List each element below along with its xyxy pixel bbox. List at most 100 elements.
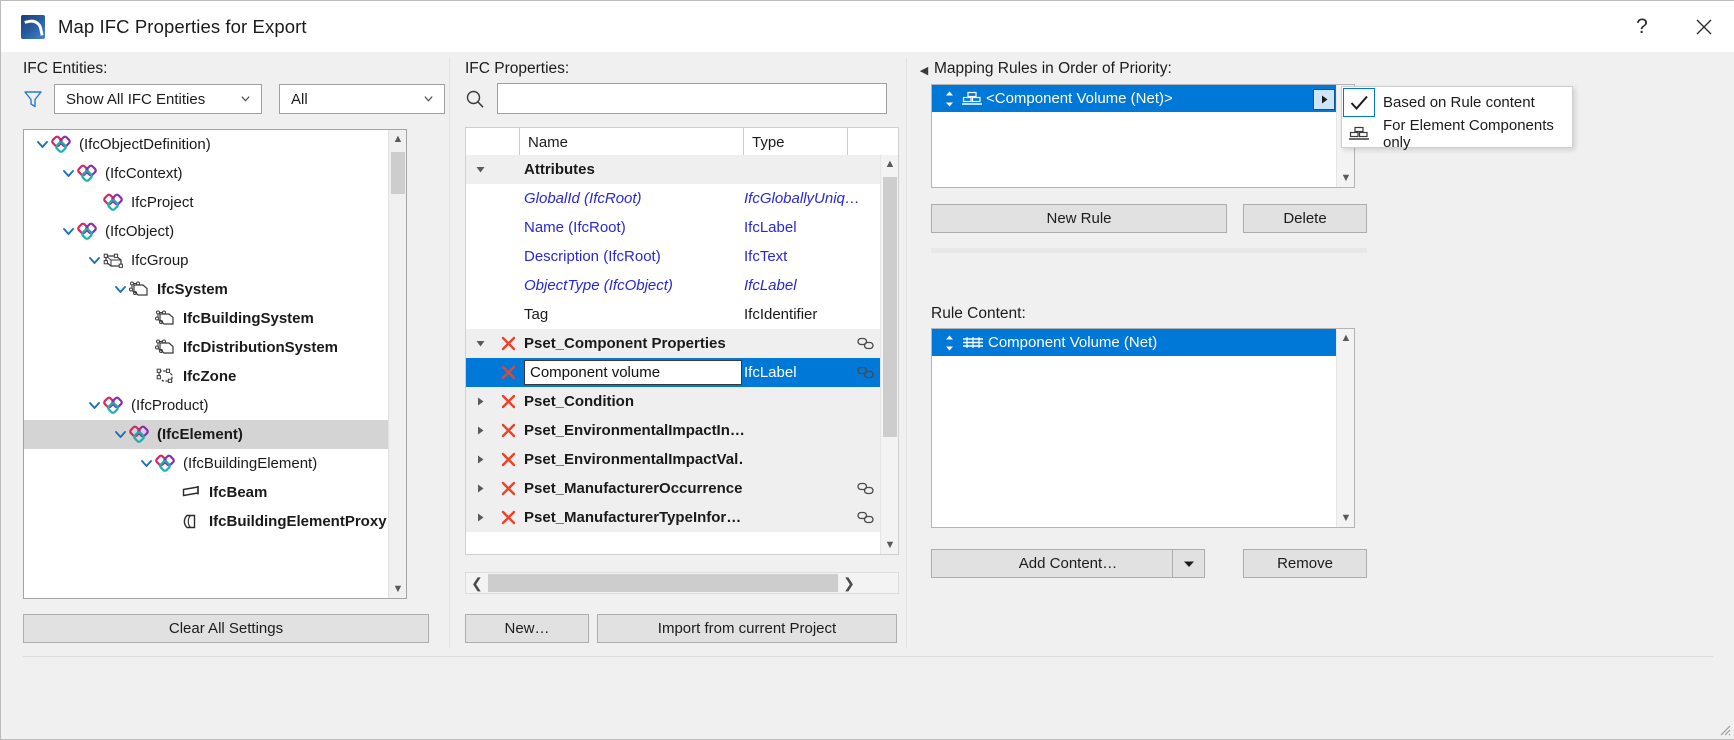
- properties-scroll-thumb[interactable]: [883, 177, 897, 437]
- new-property-button[interactable]: New…: [465, 614, 589, 643]
- entity-filter-combo[interactable]: Show All IFC Entities: [54, 84, 262, 114]
- property-row[interactable]: Pset_EnvironmentalImpactVal…: [466, 445, 898, 474]
- properties-hscrollbar[interactable]: ❮ ❯: [465, 572, 899, 594]
- delete-x-icon[interactable]: [494, 510, 522, 525]
- help-button[interactable]: ?: [1611, 1, 1673, 52]
- tree-item-ifcobjectdefinition[interactable]: (IfcObjectDefinition): [24, 130, 406, 159]
- tree-item-ifcelement[interactable]: (IfcElement): [24, 420, 406, 449]
- property-name-input[interactable]: Component volume: [524, 360, 742, 385]
- import-from-project-button[interactable]: Import from current Project: [597, 614, 897, 643]
- chevron-down-icon[interactable]: [60, 223, 77, 240]
- properties-hscroll-thumb[interactable]: [488, 574, 838, 592]
- scroll-up-icon[interactable]: ▲: [881, 155, 899, 173]
- scroll-right-icon[interactable]: ❯: [838, 573, 860, 593]
- column-header-type[interactable]: Type: [744, 128, 848, 156]
- tree-item-ifcdistributionsystem[interactable]: IfcDistributionSystem: [24, 333, 406, 362]
- reorder-handle-icon[interactable]: [940, 91, 958, 107]
- property-row[interactable]: TagIfcIdentifier: [466, 300, 898, 329]
- delete-x-icon[interactable]: [494, 452, 522, 467]
- collapse-left-icon[interactable]: ◀: [916, 62, 932, 78]
- link-icon[interactable]: [848, 366, 884, 379]
- chevron-down-icon[interactable]: [112, 281, 129, 298]
- chevron-down-icon[interactable]: [138, 455, 155, 472]
- tree-item-ifcproduct[interactable]: (IfcProduct): [24, 391, 406, 420]
- splitter-handle[interactable]: [931, 248, 1367, 253]
- scroll-down-icon[interactable]: ▼: [389, 580, 407, 598]
- tree-item-ifczone[interactable]: IfcZone: [24, 362, 406, 391]
- property-row[interactable]: Attributes: [466, 155, 898, 184]
- delete-x-icon[interactable]: [494, 336, 522, 351]
- content-scrollbar[interactable]: ▲ ▼: [1336, 329, 1354, 527]
- tree-item-ifcbuildingelementproxy[interactable]: IfcBuildingElementProxy: [24, 507, 406, 536]
- mapping-rule-row[interactable]: <Component Volume (Net)>: [932, 85, 1354, 112]
- scroll-down-icon[interactable]: ▼: [881, 536, 899, 554]
- link-icon[interactable]: [848, 337, 884, 350]
- triangle-right-icon[interactable]: [466, 396, 494, 407]
- delete-x-icon[interactable]: [494, 481, 522, 496]
- properties-grid-body[interactable]: AttributesGlobalId (IfcRoot)IfcGloballyU…: [465, 155, 899, 555]
- chevron-down-icon[interactable]: [34, 136, 51, 153]
- tree-item-ifcbuildingelement[interactable]: (IfcBuildingElement): [24, 449, 406, 478]
- add-content-dropdown[interactable]: [1172, 550, 1204, 577]
- delete-x-icon[interactable]: [494, 365, 522, 380]
- scroll-down-icon[interactable]: ▼: [1337, 509, 1355, 527]
- context-menu-item-for-element-components-only[interactable]: For Element Components only: [1342, 118, 1572, 149]
- rule-dropdown-button[interactable]: [1313, 89, 1335, 110]
- rule-content-list[interactable]: Component Volume (Net) ▲ ▼: [931, 328, 1355, 528]
- chevron-down-icon[interactable]: [112, 426, 129, 443]
- triangle-right-icon[interactable]: [466, 454, 494, 465]
- mapping-rules-list[interactable]: <Component Volume (Net)> ▼: [931, 84, 1355, 188]
- property-row[interactable]: Pset_Component Properties: [466, 329, 898, 358]
- tree-item-ifccontext[interactable]: (IfcContext): [24, 159, 406, 188]
- triangle-down-icon[interactable]: [466, 164, 494, 175]
- tree-scrollbar[interactable]: ▲ ▼: [388, 130, 406, 598]
- context-menu-item-based-on-rule-content[interactable]: Based on Rule content: [1342, 87, 1572, 118]
- property-row[interactable]: Pset_ManufacturerOccurrence: [466, 474, 898, 503]
- properties-vscrollbar[interactable]: ▲ ▼: [880, 155, 898, 554]
- scroll-down-icon[interactable]: ▼: [1337, 169, 1355, 187]
- add-content-button[interactable]: Add Content…: [931, 549, 1205, 578]
- tree-item-ifcobject[interactable]: (IfcObject): [24, 217, 406, 246]
- scope-filter-combo[interactable]: All: [279, 84, 445, 114]
- funnel-icon[interactable]: [23, 89, 43, 109]
- triangle-right-icon[interactable]: [466, 483, 494, 494]
- property-row[interactable]: Pset_Condition: [466, 387, 898, 416]
- link-icon[interactable]: [848, 511, 884, 524]
- scroll-left-icon[interactable]: ❮: [466, 573, 488, 593]
- rule-content-row[interactable]: Component Volume (Net): [932, 329, 1354, 356]
- property-row[interactable]: ObjectType (IfcObject)IfcLabel: [466, 271, 898, 300]
- delete-x-icon[interactable]: [494, 394, 522, 409]
- property-search-input[interactable]: [497, 83, 887, 114]
- tree-item-ifcgroup[interactable]: IfcGroup: [24, 246, 406, 275]
- property-row[interactable]: Pset_EnvironmentalImpactIn…: [466, 416, 898, 445]
- ifc-entities-tree[interactable]: (IfcObjectDefinition)(IfcContext)IfcProj…: [23, 129, 407, 599]
- delete-rule-button[interactable]: Delete: [1243, 204, 1367, 233]
- scroll-up-icon[interactable]: ▲: [389, 130, 407, 148]
- property-row[interactable]: GlobalId (IfcRoot)IfcGloballyUniq…: [466, 184, 898, 213]
- chevron-down-icon[interactable]: [60, 165, 77, 182]
- property-row[interactable]: Component volumeIfcLabel: [466, 358, 898, 387]
- tree-item-ifcbeam[interactable]: IfcBeam: [24, 478, 406, 507]
- property-row[interactable]: Pset_ManufacturerTypeInfor…: [466, 503, 898, 532]
- resize-grip-icon[interactable]: [1717, 722, 1731, 736]
- delete-x-icon[interactable]: [494, 423, 522, 438]
- tree-item-ifcsystem[interactable]: IfcSystem: [24, 275, 406, 304]
- new-rule-button[interactable]: New Rule: [931, 204, 1227, 233]
- remove-content-button[interactable]: Remove: [1243, 549, 1367, 578]
- tree-item-ifcbuildingsystem[interactable]: IfcBuildingSystem: [24, 304, 406, 333]
- tree-item-ifcproject[interactable]: IfcProject: [24, 188, 406, 217]
- clear-all-settings-button[interactable]: Clear All Settings: [23, 614, 429, 643]
- column-header-name[interactable]: Name: [520, 128, 744, 156]
- tree-scroll-thumb[interactable]: [391, 152, 405, 194]
- property-row[interactable]: Name (IfcRoot)IfcLabel: [466, 213, 898, 242]
- triangle-down-icon[interactable]: [466, 338, 494, 349]
- chevron-down-icon[interactable]: [86, 397, 103, 414]
- triangle-right-icon[interactable]: [466, 512, 494, 523]
- property-name-editor[interactable]: Component volume: [522, 360, 744, 385]
- scroll-up-icon[interactable]: ▲: [1337, 329, 1355, 347]
- reorder-handle-icon[interactable]: [940, 335, 958, 351]
- triangle-right-icon[interactable]: [466, 425, 494, 436]
- close-button[interactable]: [1673, 1, 1734, 52]
- property-row[interactable]: Description (IfcRoot)IfcText: [466, 242, 898, 271]
- link-icon[interactable]: [848, 482, 884, 495]
